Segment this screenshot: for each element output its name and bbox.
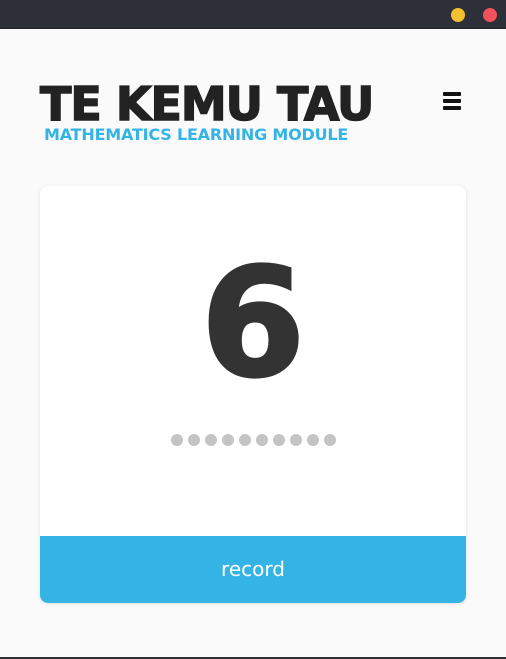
progress-dot <box>238 434 251 446</box>
close-button[interactable] <box>483 8 497 22</box>
menu-bar-bottom <box>443 106 461 110</box>
progress-dot <box>323 434 336 446</box>
menu-bar-top <box>443 92 461 96</box>
hamburger-menu-icon[interactable] <box>441 90 463 112</box>
progress-dot <box>289 434 302 446</box>
progress-dot <box>306 434 319 446</box>
progress-dot <box>170 434 183 446</box>
menu-bar-middle <box>443 99 461 103</box>
progress-dot <box>204 434 217 446</box>
progress-dot <box>272 434 285 446</box>
window-titlebar <box>0 0 506 29</box>
displayed-number: 6 <box>199 236 306 413</box>
progress-dot <box>255 434 268 446</box>
record-button[interactable]: record <box>40 536 466 603</box>
app-subtitle: MATHEMATICS LEARNING MODULE <box>44 125 349 144</box>
minimize-button[interactable] <box>451 8 465 22</box>
progress-dot <box>221 434 234 446</box>
progress-dot <box>187 434 200 446</box>
number-card: 6 record <box>40 186 466 603</box>
progress-dots <box>40 434 466 446</box>
app-title: TE KEMU TAU <box>39 77 375 131</box>
